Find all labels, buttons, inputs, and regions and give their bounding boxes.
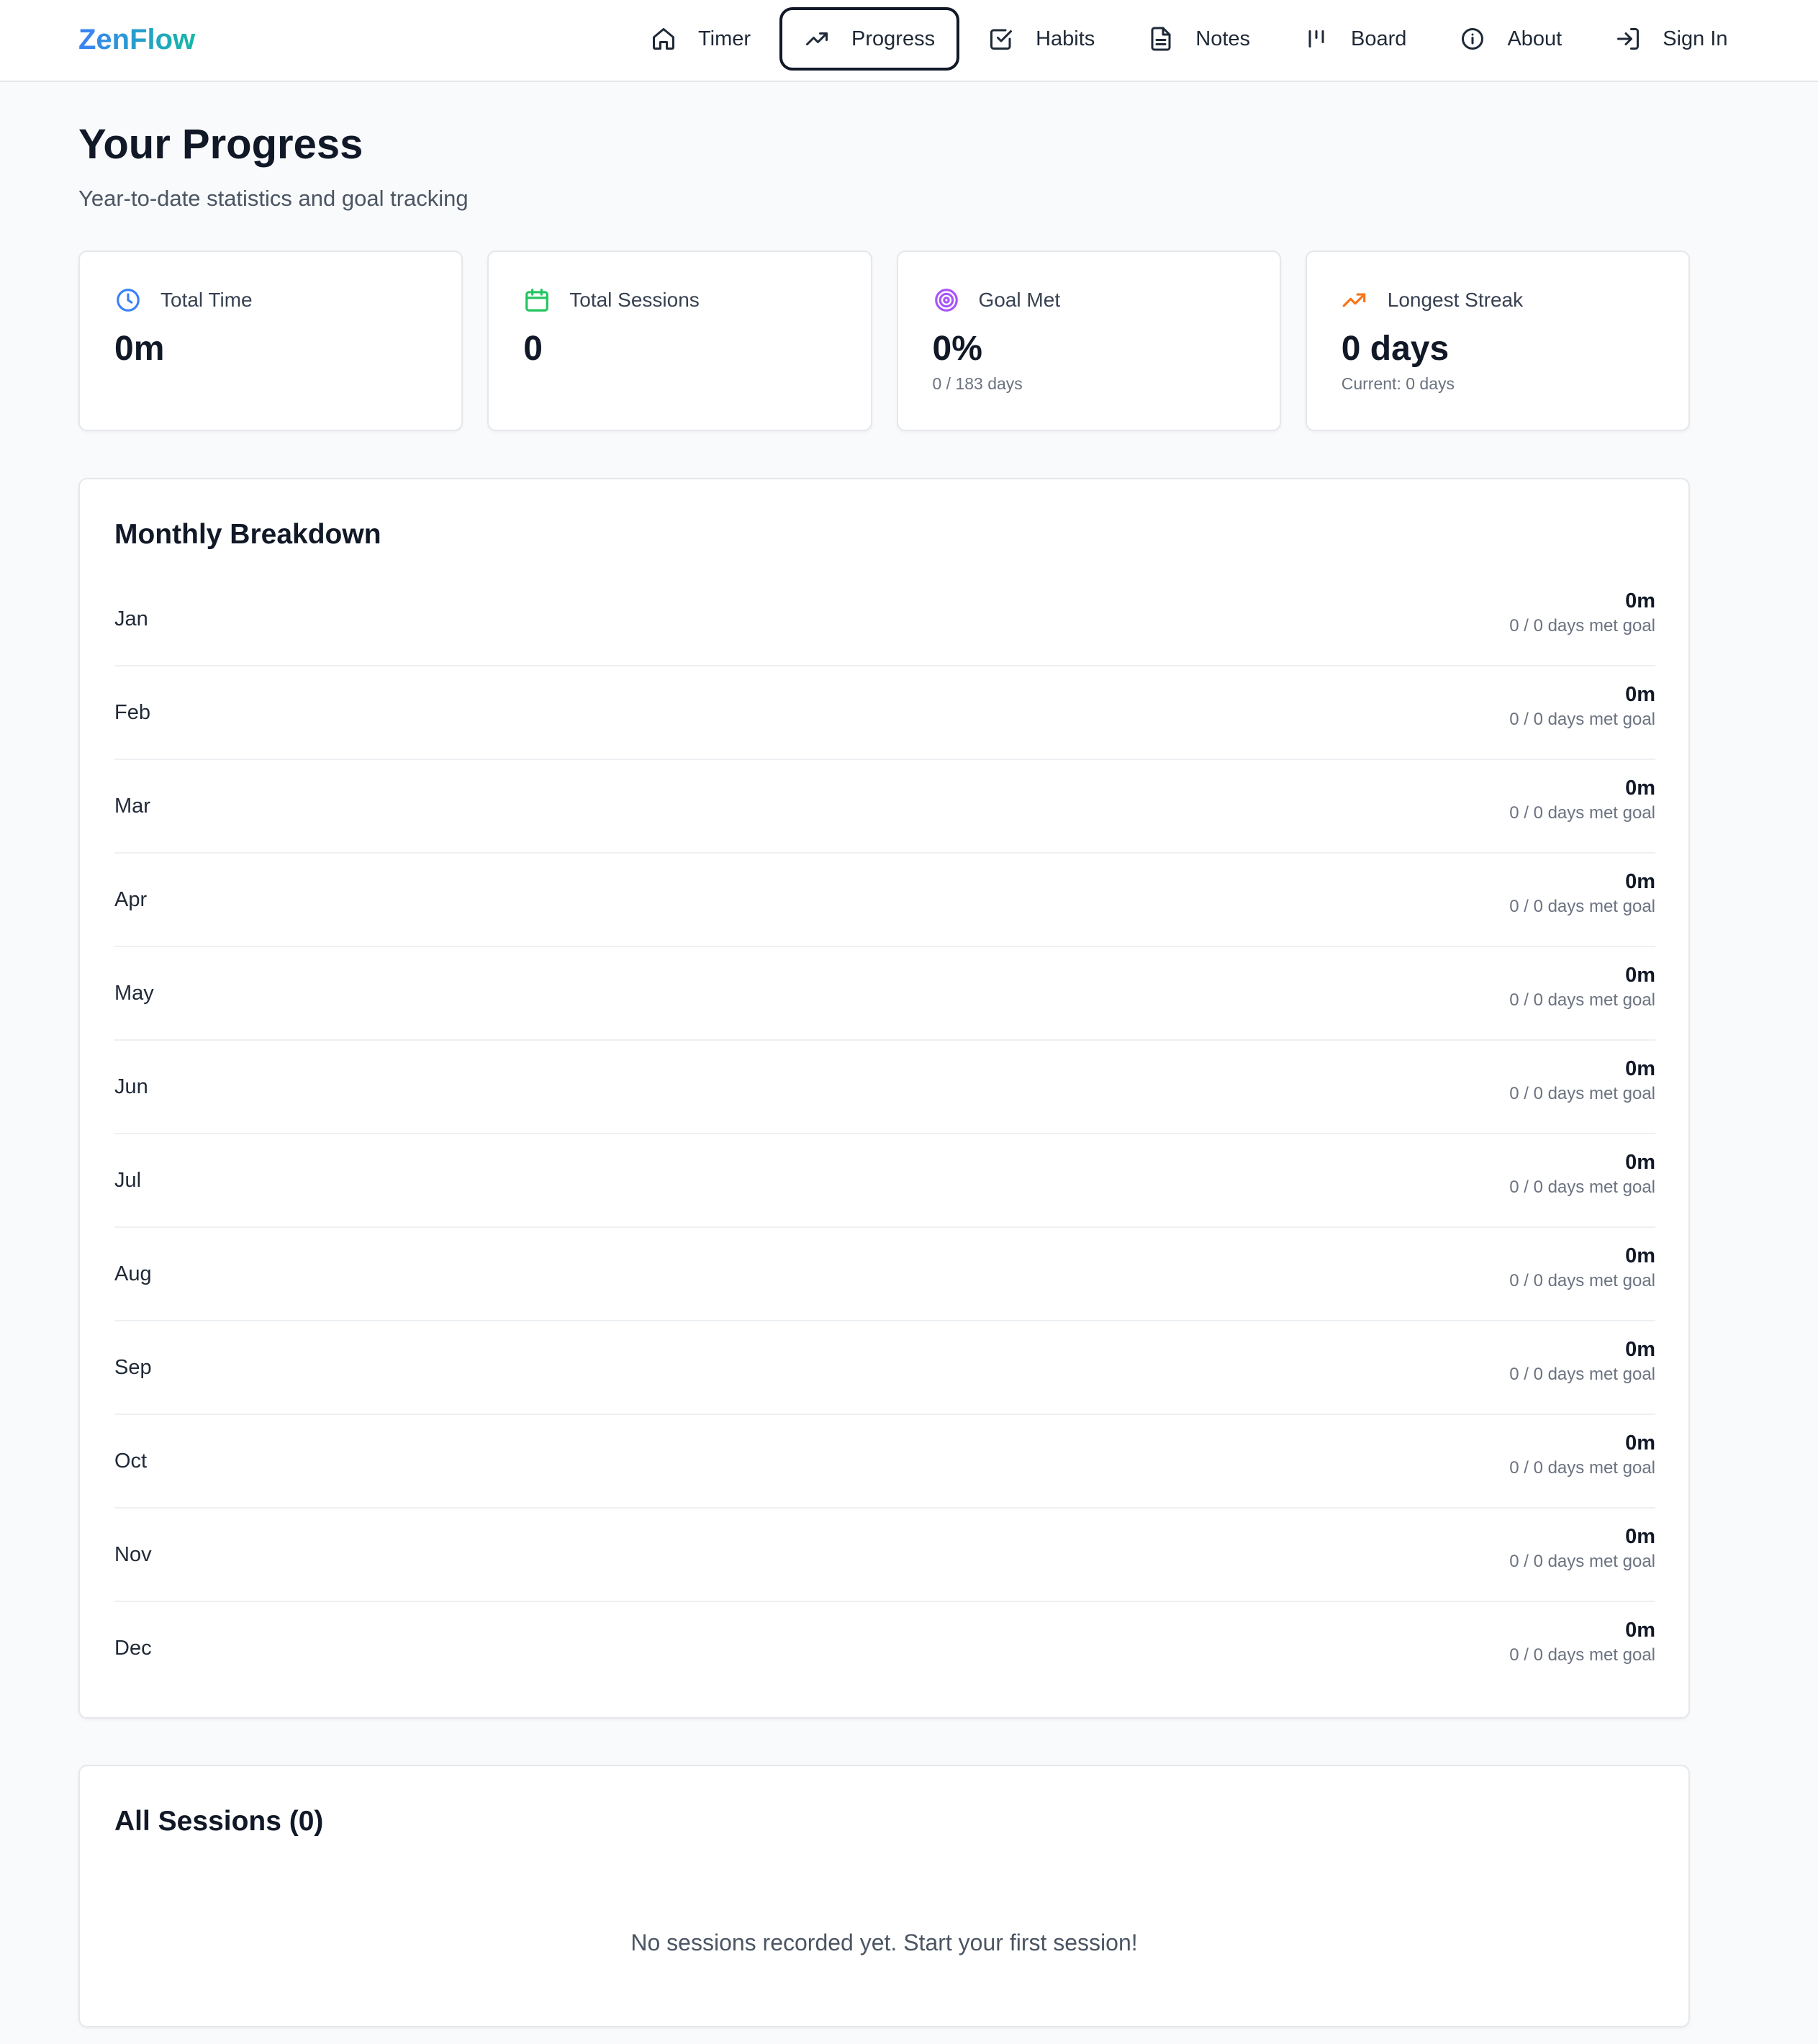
month-name: May bbox=[114, 982, 154, 1005]
clock-icon bbox=[114, 286, 142, 314]
month-goal-status: 0 / 0 days met goal bbox=[1509, 897, 1655, 916]
nav-item-board[interactable]: Board bbox=[1279, 7, 1431, 71]
month-name: Nov bbox=[114, 1543, 152, 1566]
month-goal-status: 0 / 0 days met goal bbox=[1509, 1365, 1655, 1384]
all-sessions-panel: All Sessions (0) No sessions recorded ye… bbox=[78, 1765, 1690, 2027]
month-total-time: 0m bbox=[1625, 1432, 1655, 1455]
trending-up-icon bbox=[804, 26, 830, 52]
month-name: Mar bbox=[114, 795, 150, 818]
kanban-icon bbox=[1303, 26, 1329, 52]
month-total-time: 0m bbox=[1625, 870, 1655, 893]
month-row: May 0m 0 / 0 days met goal bbox=[114, 947, 1655, 1041]
stat-card-total-time: Total Time 0m bbox=[78, 250, 463, 431]
nav-label: Habits bbox=[1036, 27, 1095, 50]
month-total-time: 0m bbox=[1625, 777, 1655, 800]
nav-item-progress[interactable]: Progress bbox=[779, 7, 960, 71]
month-name: Jun bbox=[114, 1075, 148, 1098]
month-total-time: 0m bbox=[1625, 1244, 1655, 1267]
month-goal-status: 0 / 0 days met goal bbox=[1509, 616, 1655, 636]
stat-value: 0% bbox=[932, 330, 982, 368]
month-goal-status: 0 / 0 days met goal bbox=[1509, 1177, 1655, 1197]
month-goal-status: 0 / 0 days met goal bbox=[1509, 1084, 1655, 1103]
stat-card-total-sessions: Total Sessions 0 bbox=[487, 250, 872, 431]
stat-label: Goal Met bbox=[978, 289, 1061, 311]
nav-item-habits[interactable]: Habits bbox=[964, 7, 1119, 71]
month-goal-status: 0 / 0 days met goal bbox=[1509, 1458, 1655, 1478]
stat-label: Total Sessions bbox=[569, 289, 700, 311]
stats-row: Total Time 0m Total Sessions 0 Goal Met … bbox=[78, 250, 1690, 431]
month-list: Jan 0m 0 / 0 days met goal Feb 0m 0 / 0 … bbox=[114, 573, 1655, 1696]
stat-card-longest-streak: Longest Streak 0 days Current: 0 days bbox=[1305, 250, 1690, 431]
nav-label: Progress bbox=[851, 27, 936, 50]
month-name: Sep bbox=[114, 1356, 152, 1379]
panel-title: Monthly Breakdown bbox=[114, 519, 381, 550]
calendar-icon bbox=[523, 286, 551, 314]
month-total-time: 0m bbox=[1625, 683, 1655, 706]
month-row: Jun 0m 0 / 0 days met goal bbox=[114, 1041, 1655, 1134]
month-total-time: 0m bbox=[1625, 964, 1655, 987]
month-row: Apr 0m 0 / 0 days met goal bbox=[114, 854, 1655, 947]
stat-subtext: Current: 0 days bbox=[1341, 374, 1455, 393]
month-row: Nov 0m 0 / 0 days met goal bbox=[114, 1509, 1655, 1602]
monthly-breakdown-panel: Monthly Breakdown Jan 0m 0 / 0 days met … bbox=[78, 478, 1690, 1719]
target-icon bbox=[933, 286, 960, 314]
top-nav-bar: ZenFlow Timer Progress Habits Notes Boar… bbox=[0, 0, 1818, 82]
stat-value: 0m bbox=[114, 330, 165, 368]
stat-value: 0 bbox=[523, 330, 543, 368]
month-total-time: 0m bbox=[1625, 589, 1655, 612]
brand-logo[interactable]: ZenFlow bbox=[78, 20, 195, 59]
month-name: Oct bbox=[114, 1450, 148, 1473]
month-goal-status: 0 / 0 days met goal bbox=[1509, 990, 1655, 1010]
month-row: Feb 0m 0 / 0 days met goal bbox=[114, 666, 1655, 760]
empty-state-message: No sessions recorded yet. Start your fir… bbox=[630, 1930, 1138, 1955]
nav-item-sign-in[interactable]: Sign In bbox=[1591, 7, 1752, 71]
stat-card-goal-met: Goal Met 0% 0 / 183 days bbox=[896, 250, 1281, 431]
panel-title: All Sessions (0) bbox=[114, 1806, 324, 1837]
month-name: Dec bbox=[114, 1637, 152, 1660]
month-total-time: 0m bbox=[1625, 1057, 1655, 1080]
month-row: Jul 0m 0 / 0 days met goal bbox=[114, 1134, 1655, 1228]
nav-label: Notes bbox=[1195, 27, 1251, 50]
nav-label: Sign In bbox=[1663, 27, 1728, 50]
page-subtitle: Year-to-date statistics and goal trackin… bbox=[78, 186, 469, 211]
month-name: Jul bbox=[114, 1169, 142, 1192]
month-goal-status: 0 / 0 days met goal bbox=[1509, 803, 1655, 823]
month-total-time: 0m bbox=[1625, 1338, 1655, 1361]
month-name: Aug bbox=[114, 1262, 152, 1285]
nav-item-timer[interactable]: Timer bbox=[626, 7, 775, 71]
main-nav: Timer Progress Habits Notes Board About … bbox=[626, 7, 1757, 71]
month-total-time: 0m bbox=[1625, 1151, 1655, 1174]
month-name: Apr bbox=[114, 888, 148, 911]
file-text-icon bbox=[1148, 26, 1174, 52]
month-row: Aug 0m 0 / 0 days met goal bbox=[114, 1228, 1655, 1321]
month-name: Feb bbox=[114, 701, 150, 724]
page-title: Your Progress bbox=[78, 121, 363, 168]
month-row: Jan 0m 0 / 0 days met goal bbox=[114, 573, 1655, 666]
stat-label: Total Time bbox=[160, 289, 253, 311]
trending-up-icon bbox=[1342, 286, 1369, 314]
month-row: Mar 0m 0 / 0 days met goal bbox=[114, 760, 1655, 854]
stat-value: 0 days bbox=[1341, 330, 1450, 368]
month-row: Sep 0m 0 / 0 days met goal bbox=[114, 1321, 1655, 1415]
stat-subtext: 0 / 183 days bbox=[932, 374, 1023, 393]
nav-label: About bbox=[1507, 27, 1563, 50]
check-square-icon bbox=[988, 26, 1014, 52]
month-row: Dec 0m 0 / 0 days met goal bbox=[114, 1602, 1655, 1696]
nav-item-about[interactable]: About bbox=[1435, 7, 1586, 71]
nav-item-notes[interactable]: Notes bbox=[1123, 7, 1275, 71]
month-goal-status: 0 / 0 days met goal bbox=[1509, 1552, 1655, 1571]
sign-in-icon bbox=[1615, 26, 1641, 52]
month-total-time: 0m bbox=[1625, 1525, 1655, 1548]
home-icon bbox=[651, 26, 677, 52]
month-total-time: 0m bbox=[1625, 1619, 1655, 1642]
info-icon bbox=[1460, 26, 1485, 52]
month-goal-status: 0 / 0 days met goal bbox=[1509, 1645, 1655, 1665]
nav-label: Board bbox=[1351, 27, 1407, 50]
month-name: Jan bbox=[114, 607, 148, 630]
nav-label: Timer bbox=[698, 27, 751, 50]
month-goal-status: 0 / 0 days met goal bbox=[1509, 1271, 1655, 1290]
month-row: Oct 0m 0 / 0 days met goal bbox=[114, 1415, 1655, 1509]
stat-label: Longest Streak bbox=[1387, 289, 1524, 311]
month-goal-status: 0 / 0 days met goal bbox=[1509, 710, 1655, 729]
